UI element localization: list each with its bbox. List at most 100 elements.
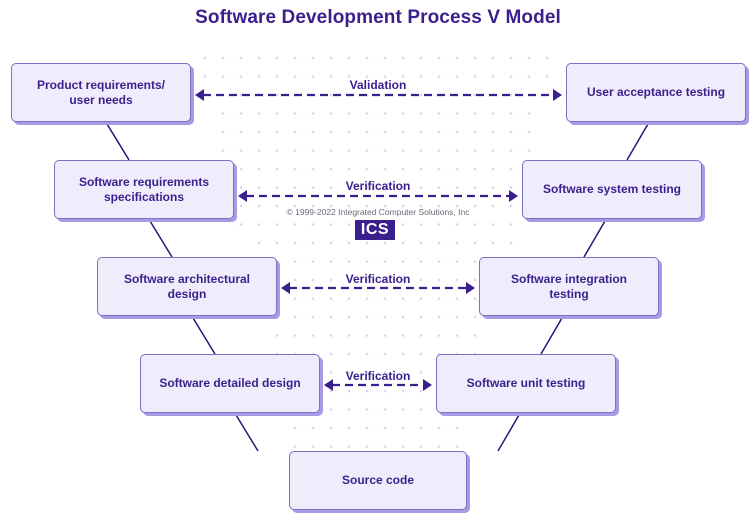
background-dot [239,56,243,60]
box-label: Software system testing [542,182,682,196]
background-dot [221,56,225,60]
background-dot [329,75,333,78]
arrowhead-right-icon [466,282,475,294]
background-dot [347,260,351,263]
background-dot [293,223,297,226]
arrowhead-left-icon [281,282,290,294]
background-dot [473,130,477,134]
background-dot [383,241,387,245]
v-connector-line [626,123,649,161]
background-dot [365,426,369,430]
background-dot [419,260,423,263]
background-dot [401,334,405,337]
background-dot [293,186,297,189]
background-dot [311,260,315,263]
background-dot [311,75,315,78]
background-dot [437,130,441,134]
background-dot [401,315,405,319]
background-dot [509,112,513,115]
background-dot [203,75,207,78]
background-dot [491,315,495,319]
background-dot [455,223,459,226]
background-dot [455,445,459,448]
background-dot [221,130,225,134]
page-title: Software Development Process V Model [195,7,561,28]
background-dot [527,130,531,134]
background-dot [419,56,423,60]
background-dot [239,130,243,134]
background-dot [383,352,387,356]
background-dot [275,149,279,152]
background-dot [347,241,351,245]
background-dot [347,297,351,300]
background-dot [311,56,315,60]
background-dot [275,93,279,97]
background-dot [473,334,477,337]
background-dot [509,167,513,171]
background-dot [437,315,441,319]
background-dot [329,112,333,115]
background-dot [257,241,261,245]
background-dot [347,149,351,152]
background-dot [329,408,333,411]
background-dot [473,241,477,245]
background-dot [293,315,297,319]
arrowhead-right-icon [509,190,518,202]
background-dot [437,149,441,152]
background-dot [347,389,351,393]
background-dot [293,278,297,282]
background-dot [545,75,549,78]
background-dot [365,389,369,393]
background-dot [311,223,315,226]
box-label: User acceptance testing [586,85,726,99]
background-dot [365,408,369,411]
arrowhead-left-icon [238,190,247,202]
background-dot [437,445,441,448]
background-dot [221,149,225,152]
background-dot [383,297,387,300]
background-dot [419,445,423,448]
background-dot [455,260,459,263]
background-dot [257,56,261,60]
background-dot [293,130,297,134]
background-dot [383,389,387,393]
background-dot [311,112,315,115]
link-label-verification-2: Verification [345,272,411,286]
background-dot [347,426,351,430]
background-dot [437,56,441,60]
background-dot [383,167,387,171]
background-dot [221,75,225,78]
background-dot [491,167,495,171]
background-dot [329,149,333,152]
background-dot [419,241,423,245]
background-dot [455,334,459,337]
background-dot [401,445,405,448]
box-label: Software architectural design [123,271,251,301]
background-dot [509,130,513,134]
box-label: Software detailed design [159,376,301,390]
background-dot [347,445,351,448]
background-dot [545,56,549,60]
background-dot [383,426,387,430]
background-dot [275,241,279,245]
background-dot [365,445,369,448]
background-dot [419,408,423,411]
background-dot [275,75,279,78]
box-label: Source code [341,473,415,487]
background-dot [473,297,477,300]
background-dot [491,149,495,152]
box-software-requirements-specifications: Software requirements specifications [54,160,234,219]
background-dot [275,56,279,60]
background-dot [527,112,531,115]
background-dot [257,149,261,152]
background-dot [401,408,405,411]
link-label-validation: Validation [349,78,407,92]
background-dot [491,241,495,245]
background-dot [455,149,459,152]
background-dot [275,186,279,189]
background-dot [473,75,477,78]
background-dot [257,75,261,78]
arrowhead-left-icon [195,89,204,101]
background-dot [455,112,459,115]
background-dot [437,241,441,245]
